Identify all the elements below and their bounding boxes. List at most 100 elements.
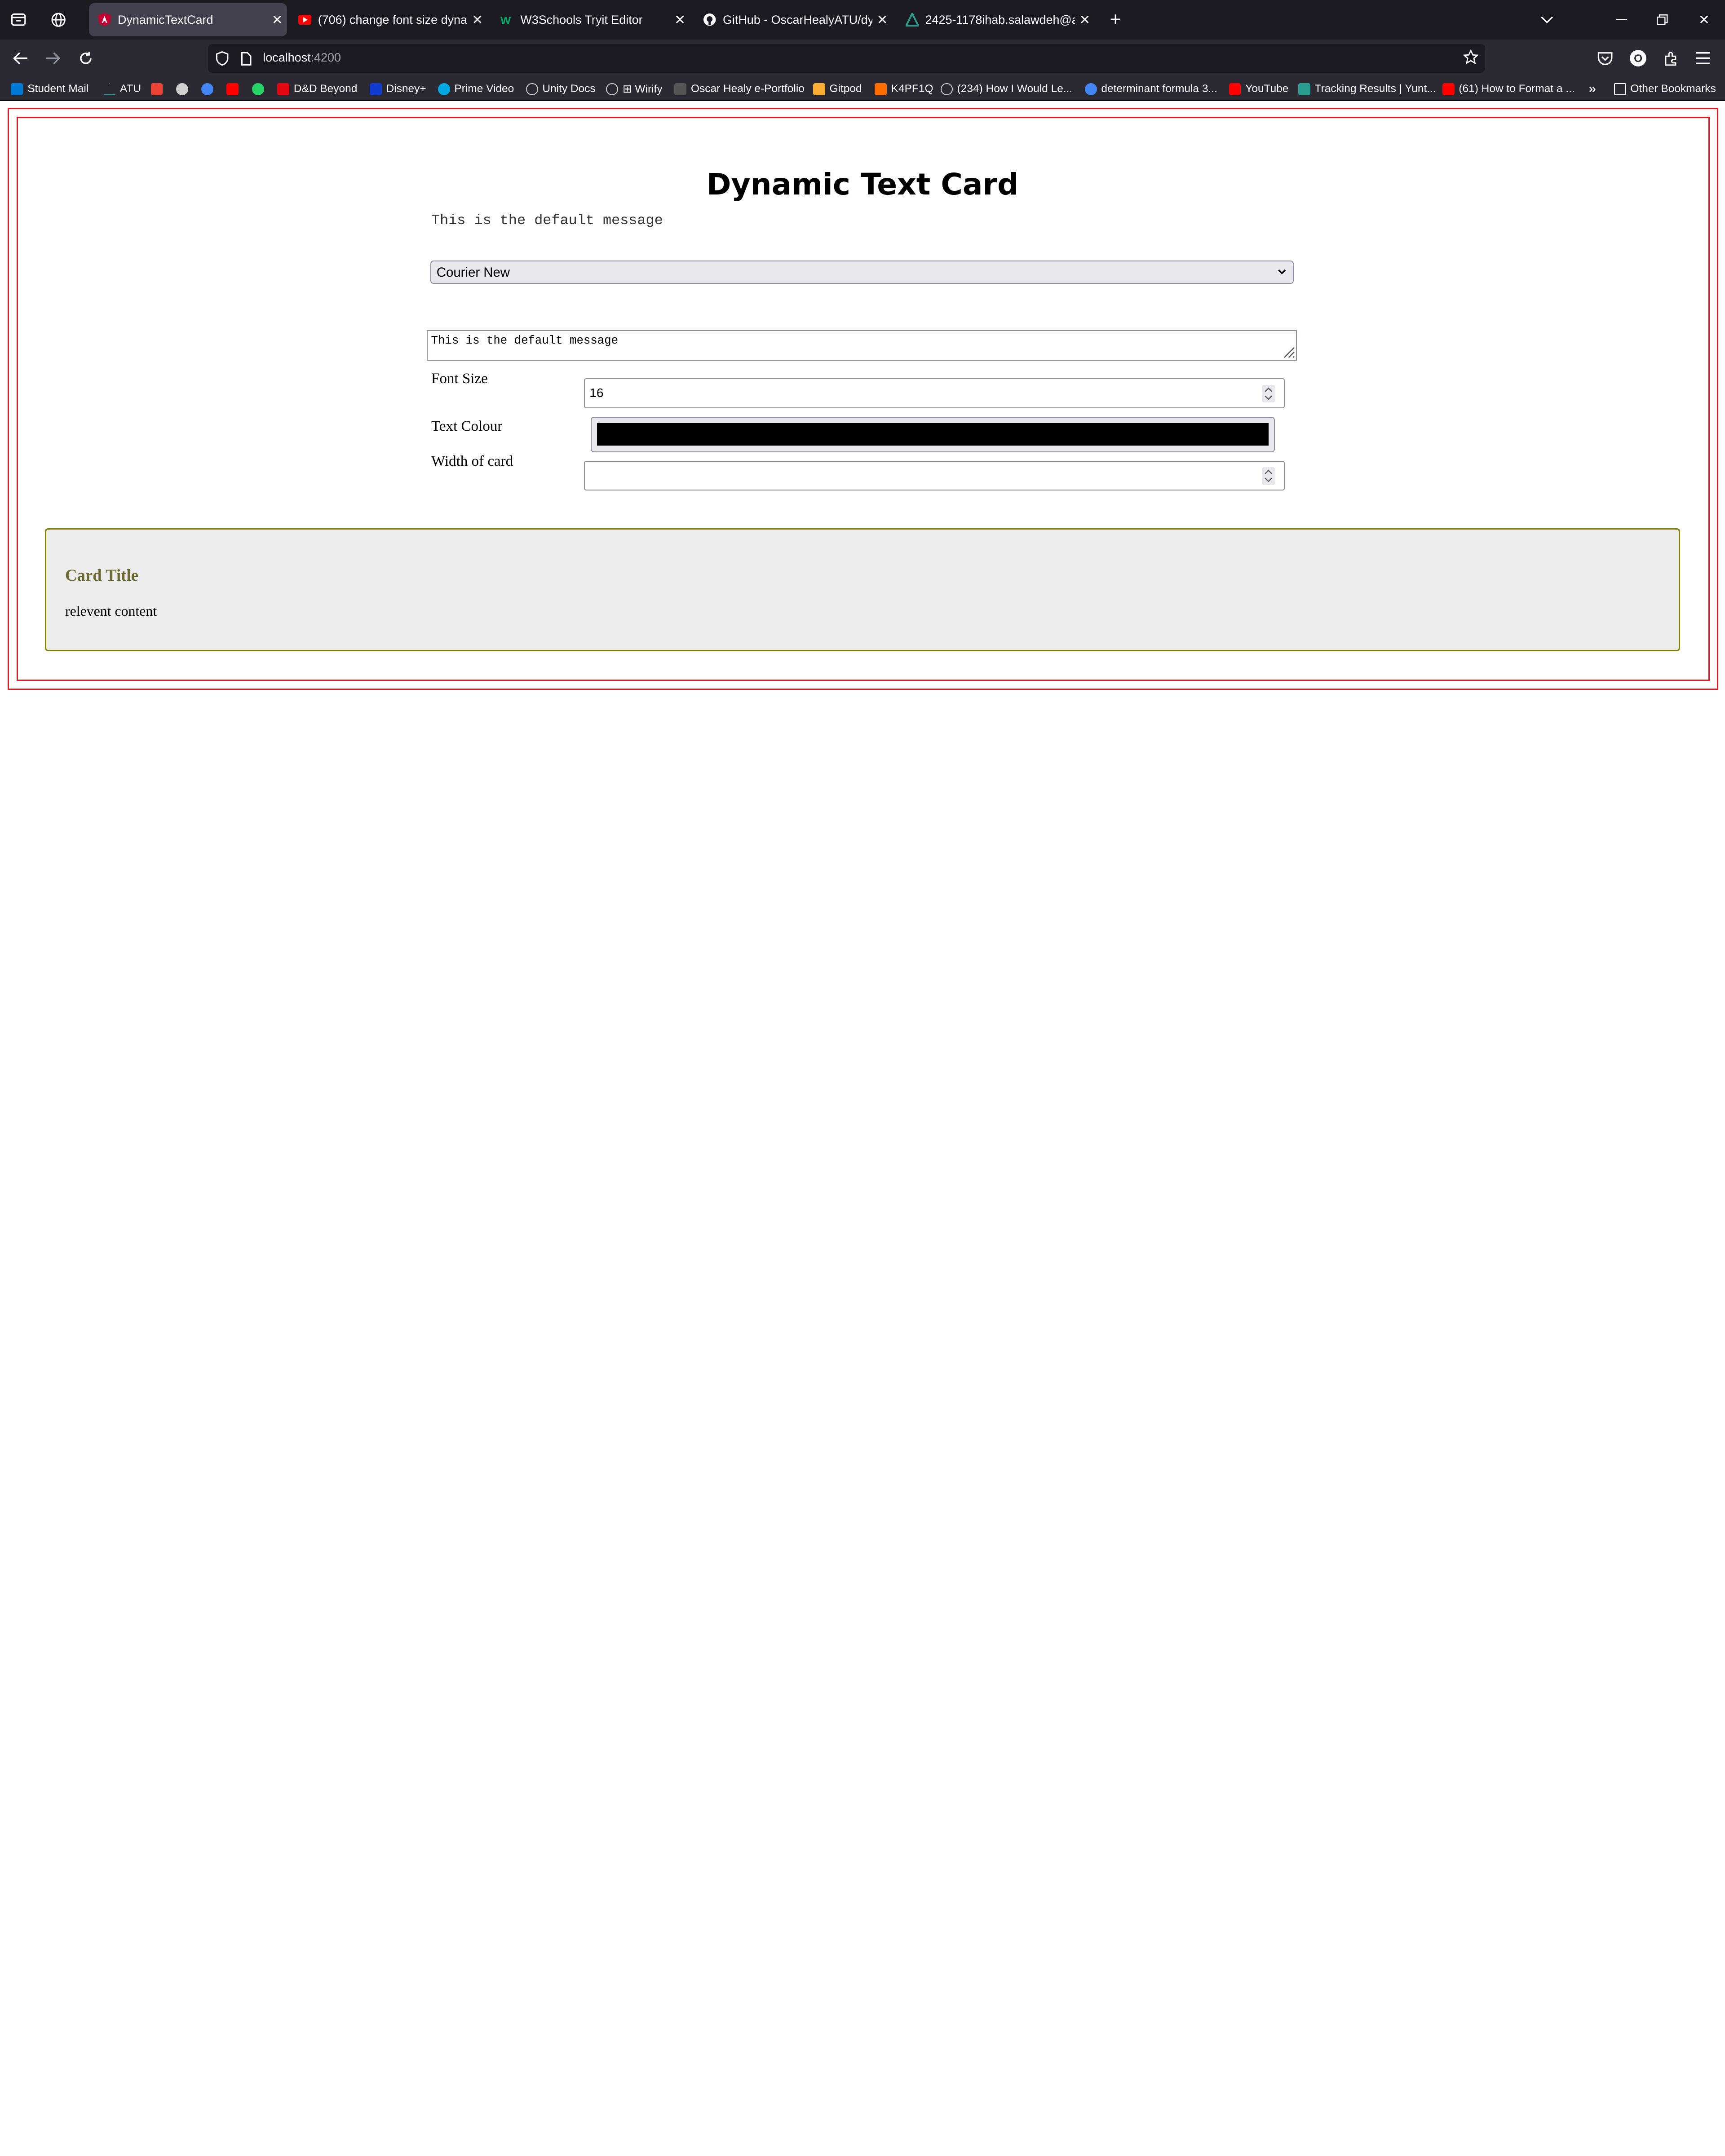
portfolio-icon <box>674 83 687 95</box>
forward-icon[interactable] <box>42 47 64 69</box>
browser-window: DynamicTextCard ✕ (706) change font size… <box>0 0 1725 1078</box>
github-icon <box>703 13 716 26</box>
window-close-icon[interactable]: ✕ <box>1692 9 1716 31</box>
bookmark-label: Oscar Healy e-Portfolio <box>690 83 805 95</box>
tab-list-icon[interactable] <box>8 9 30 31</box>
star-icon[interactable] <box>1463 49 1479 69</box>
tab-0[interactable]: DynamicTextCard ✕ <box>89 3 288 36</box>
bookmark-label: determinant formula 3... <box>1101 83 1217 95</box>
google-icon <box>201 83 214 95</box>
globe-icon[interactable] <box>47 9 69 31</box>
bookmark-label: D&D Beyond <box>293 83 358 95</box>
other-bookmarks[interactable]: Other Bookmarks <box>1614 81 1716 97</box>
font-size-input[interactable]: 16 <box>584 378 1285 408</box>
page-icon[interactable] <box>241 51 252 71</box>
restore-icon[interactable] <box>1650 9 1674 31</box>
bookmark-17[interactable]: YouTube <box>1229 81 1289 97</box>
spinner-icon[interactable] <box>1262 467 1275 485</box>
url-bar[interactable]: localhost:4200 <box>208 44 1486 73</box>
close-icon[interactable]: ✕ <box>1075 12 1095 28</box>
bookmark-14[interactable]: K4PF1Q <box>874 81 933 97</box>
url-text[interactable]: localhost:4200 <box>263 51 341 65</box>
svg-text:W: W <box>500 15 511 25</box>
bookmark-15[interactable]: (234) How I Would Le... <box>940 81 1073 97</box>
reload-icon[interactable] <box>75 47 97 69</box>
bookmark-12[interactable]: Oscar Healy e-Portfolio <box>674 81 805 97</box>
chevron-down-icon[interactable] <box>1535 9 1559 31</box>
bookmark-5[interactable] <box>226 81 243 97</box>
spinner-icon[interactable] <box>1262 384 1275 402</box>
outlook-icon <box>11 83 23 95</box>
chatgpt-icon <box>176 83 188 95</box>
colour-swatch <box>597 423 1269 446</box>
new-tab-icon[interactable]: + <box>1105 9 1127 31</box>
chevron-down-icon <box>1275 265 1288 278</box>
account-avatar-icon[interactable]: O <box>1627 47 1649 69</box>
bookmark-6[interactable] <box>252 81 269 97</box>
tab-title: GitHub - OscarHealyATU/dynamic <box>722 13 872 27</box>
whatsapp-icon <box>252 83 264 95</box>
bookmark-label: Gitpod <box>829 83 862 95</box>
pocket-icon[interactable] <box>1594 47 1616 69</box>
back-icon[interactable] <box>10 47 32 69</box>
tab-1[interactable]: (706) change font size dynamically ✕ <box>289 3 487 36</box>
tab-2[interactable]: W W3Schools Tryit Editor ✕ <box>492 3 690 36</box>
bookmark-2[interactable] <box>150 81 168 97</box>
font-family-select[interactable]: Courier New <box>430 261 1294 284</box>
shield-icon[interactable] <box>216 51 229 71</box>
resize-grip-icon[interactable] <box>1282 345 1295 358</box>
tab-title: 2425-1178ihab.salawdeh@atu.ie <box>925 13 1075 27</box>
card-width-input[interactable] <box>584 461 1285 491</box>
youtube-icon <box>298 13 312 26</box>
svg-text:O: O <box>1634 53 1642 65</box>
angular-icon <box>97 13 111 27</box>
bookmark-label: (234) How I Would Le... <box>957 83 1073 95</box>
text-colour-picker[interactable] <box>591 417 1275 452</box>
bookmark-label: Student Mail <box>27 83 89 95</box>
bookmark-label: Prime Video <box>454 83 514 95</box>
bookmark-1[interactable]: ATU <box>103 81 141 97</box>
extensions-icon[interactable] <box>1660 47 1682 69</box>
bookmarks-bar: Student Mail ATU D&D Beyond Disney+ Prim… <box>0 77 1725 102</box>
globe-icon <box>606 83 619 95</box>
close-icon[interactable]: ✕ <box>872 12 892 28</box>
bookmark-3[interactable] <box>176 81 193 97</box>
double-chevron-right-icon[interactable]: » <box>1588 81 1596 97</box>
google-icon <box>1084 83 1097 95</box>
tracking-icon <box>1298 83 1310 95</box>
bookmark-7[interactable]: D&D Beyond <box>277 81 357 97</box>
dnd-beyond-icon <box>277 83 290 95</box>
menu-icon[interactable] <box>1692 47 1714 69</box>
tab-3[interactable]: GitHub - OscarHealyATU/dynamic ✕ <box>694 3 892 36</box>
tab-4[interactable]: 2425-1178ihab.salawdeh@atu.ie ✕ <box>897 3 1095 36</box>
close-icon[interactable]: ✕ <box>670 12 690 28</box>
close-icon[interactable]: ✕ <box>468 12 487 28</box>
bookmark-label: ⊞ Wirify <box>623 83 663 96</box>
font-size-label: Font Size <box>431 371 488 387</box>
message-value: This is the default message <box>431 334 619 348</box>
bookmark-9[interactable]: Prime Video <box>438 81 514 97</box>
bookmark-13[interactable]: Gitpod <box>813 81 862 97</box>
bookmark-11[interactable]: ⊞ Wirify <box>606 81 663 97</box>
w3schools-icon: W <box>500 13 513 26</box>
url-host: localhost <box>263 50 311 64</box>
bookmark-4[interactable] <box>201 81 218 97</box>
card-width-label: Width of card <box>431 453 513 469</box>
tab-bar: DynamicTextCard ✕ (706) change font size… <box>0 0 1725 40</box>
globe-icon <box>940 83 953 95</box>
gitpod-icon <box>813 83 825 95</box>
bookmark-0[interactable]: Student Mail <box>11 81 88 97</box>
font-family-value: Courier New <box>436 265 510 280</box>
bookmark-19[interactable]: (61) How to Format a ... <box>1442 81 1575 97</box>
atu-icon <box>103 83 116 95</box>
minimize-icon[interactable] <box>1610 9 1634 31</box>
bookmark-18[interactable]: Tracking Results | Yunt... <box>1298 81 1436 97</box>
close-icon[interactable]: ✕ <box>267 12 287 28</box>
navigation-bar: localhost:4200 O <box>0 40 1725 77</box>
bookmark-10[interactable]: Unity Docs <box>526 81 596 97</box>
bookmark-16[interactable]: determinant formula 3... <box>1084 81 1217 97</box>
bookmark-8[interactable]: Disney+ <box>369 81 426 97</box>
bookmark-label: YouTube <box>1245 83 1289 95</box>
message-textarea[interactable]: This is the default message <box>427 330 1297 361</box>
card-title: Card Title <box>65 566 138 585</box>
